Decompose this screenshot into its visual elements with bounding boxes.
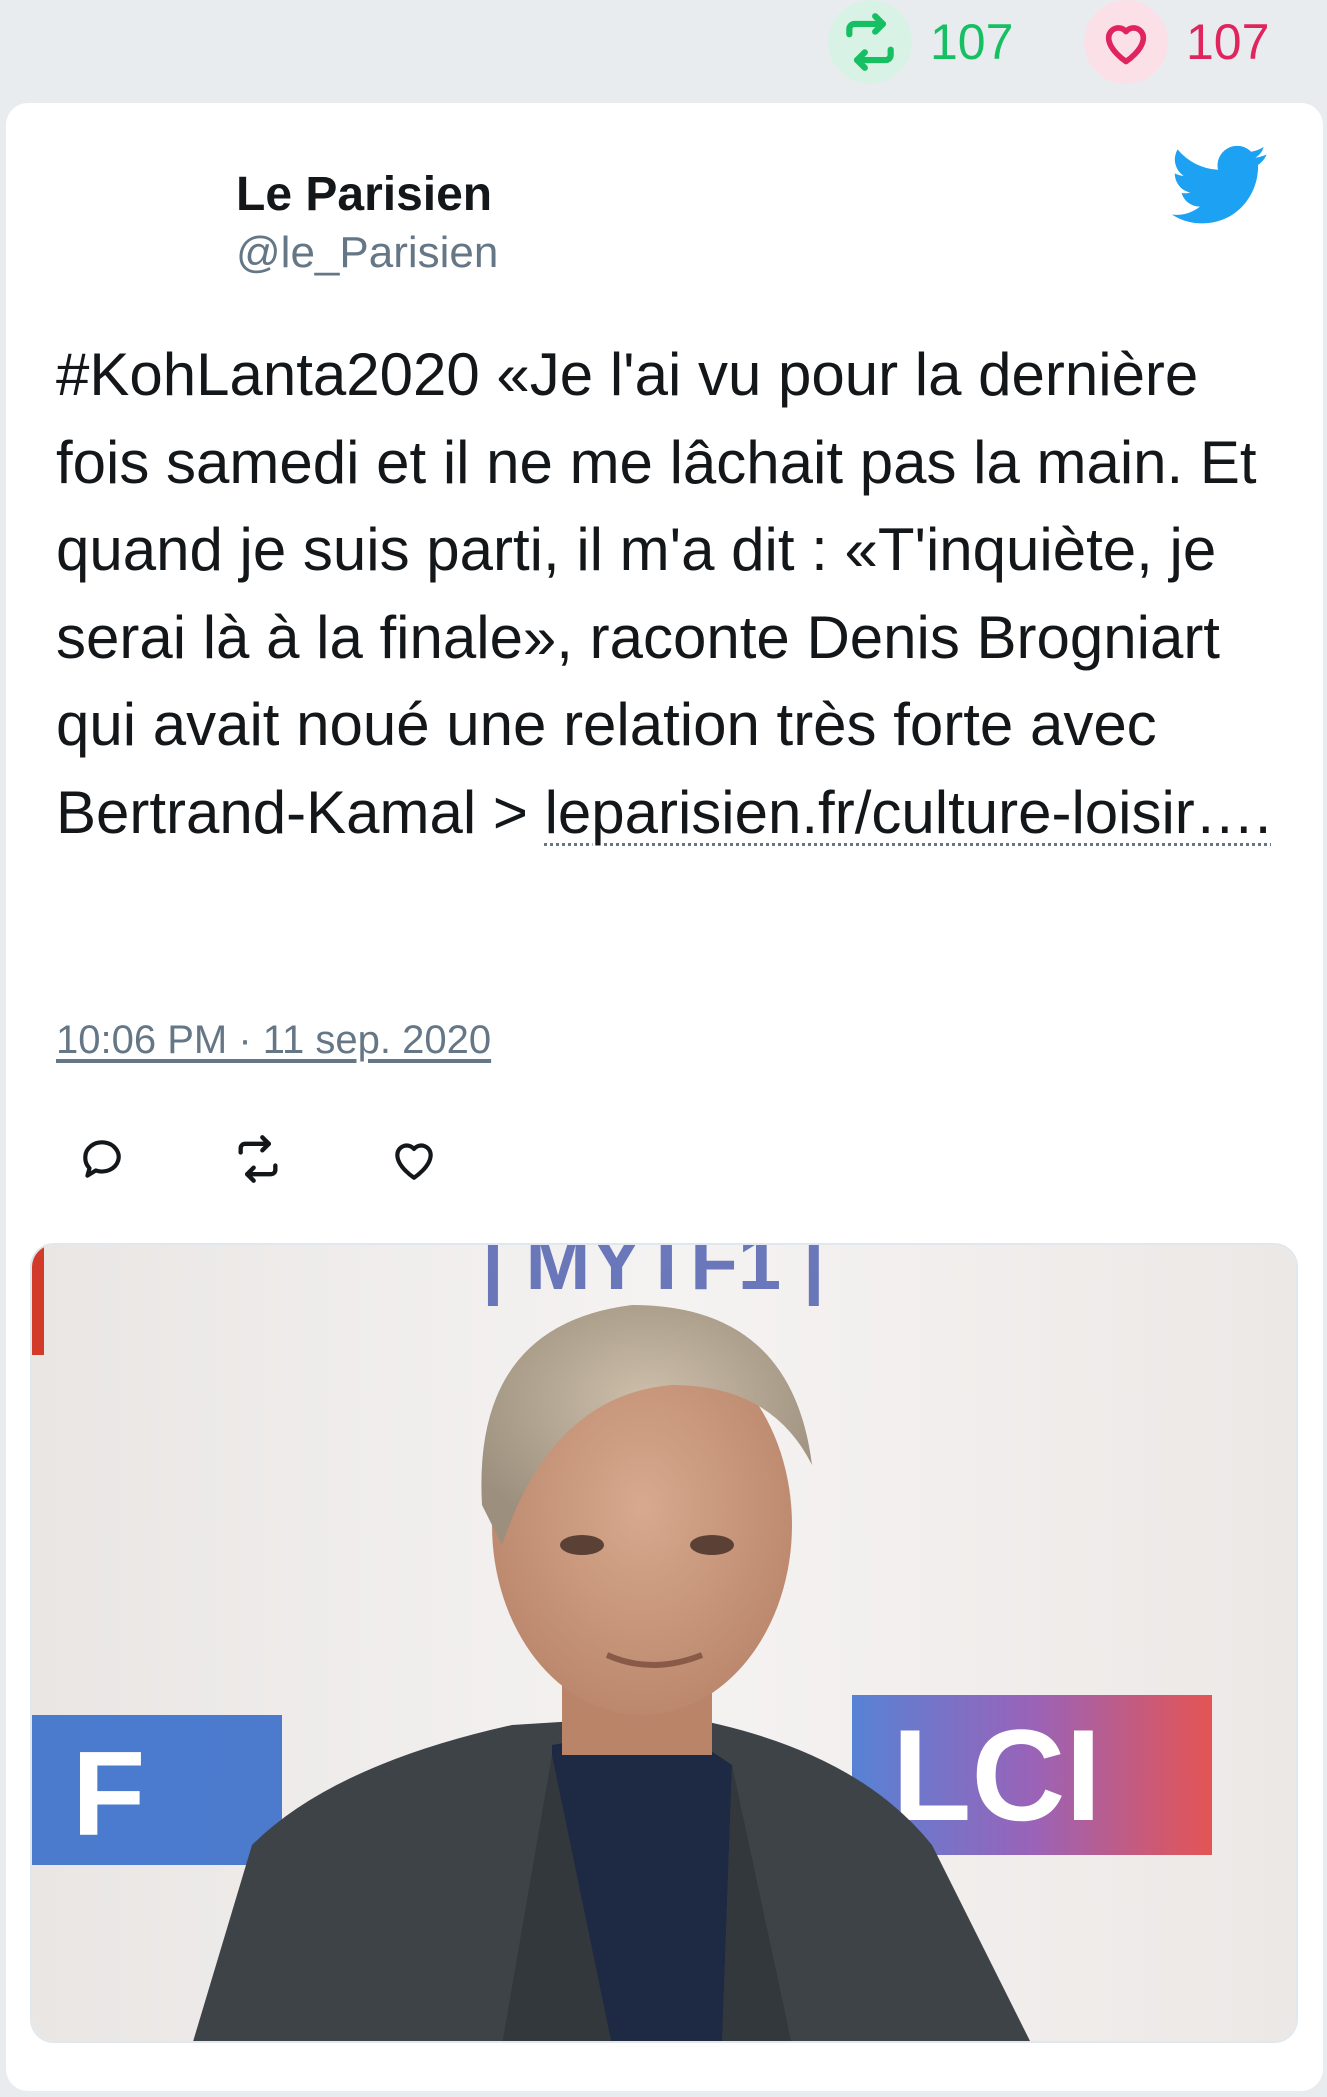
screen: 107 107 Le Parisien @le_Parisien #KohLan… bbox=[0, 0, 1327, 2097]
backdrop-logo-left: F bbox=[72, 1727, 145, 1861]
reply-icon[interactable] bbox=[76, 1133, 128, 1185]
tweet-actions bbox=[76, 1133, 544, 1185]
retweet-count: 107 bbox=[930, 14, 1014, 70]
like-action-icon[interactable] bbox=[388, 1133, 440, 1185]
person-eye-left bbox=[560, 1535, 604, 1555]
author-handle[interactable]: @le_Parisien bbox=[236, 225, 498, 281]
author-name[interactable]: Le Parisien bbox=[236, 165, 498, 225]
like-count: 107 bbox=[1186, 14, 1270, 70]
person-eye-right bbox=[690, 1535, 734, 1555]
engagement-stats: 107 107 bbox=[0, 0, 1327, 100]
retweet-icon bbox=[828, 0, 912, 84]
backdrop-logo-right: LCI bbox=[892, 1702, 1101, 1848]
retweet-action-icon[interactable] bbox=[232, 1133, 284, 1185]
backdrop-logo-top: | MYTF1 | bbox=[482, 1245, 825, 1306]
tweet-link[interactable]: leparisien.fr/culture-loisir…. bbox=[545, 779, 1272, 846]
like-stat[interactable]: 107 bbox=[1084, 0, 1269, 84]
author-block[interactable]: Le Parisien @le_Parisien bbox=[236, 165, 498, 281]
tweet-card: Le Parisien @le_Parisien #KohLanta2020 «… bbox=[6, 103, 1323, 2091]
tweet-text: #KohLanta2020 «Je l'ai vu pour la derniè… bbox=[56, 331, 1286, 856]
tweet-timestamp[interactable]: 10:06 PM · 11 sep. 2020 bbox=[56, 1018, 491, 1063]
tweet-media-photo[interactable]: | MYTF1 | F LCI bbox=[30, 1243, 1298, 2043]
backdrop-tf1-panel bbox=[32, 1715, 282, 1865]
tweet-body: #KohLanta2020 «Je l'ai vu pour la derniè… bbox=[56, 341, 1274, 846]
retweet-stat[interactable]: 107 bbox=[828, 0, 1013, 84]
twitter-bird-icon[interactable] bbox=[1172, 145, 1268, 225]
heart-icon bbox=[1084, 0, 1168, 84]
backdrop-red-edge bbox=[32, 1245, 44, 1355]
